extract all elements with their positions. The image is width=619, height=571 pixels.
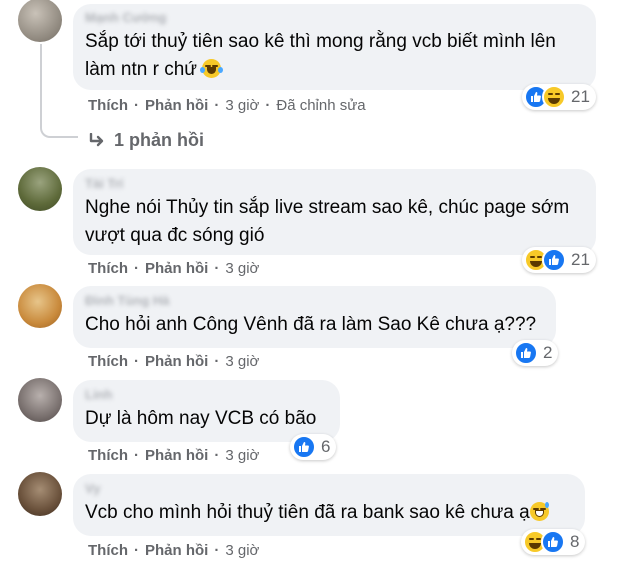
thread-connector-line [40,44,78,138]
reaction-count: 21 [571,87,590,106]
comment-time[interactable]: 3 giờ [225,97,259,114]
reaction-count: 21 [571,250,590,269]
like-action[interactable]: Thích [88,542,128,559]
avatar[interactable] [18,167,62,211]
comment-bubble: Tài Trí Nghe nói Thủy tin sắp live strea… [73,169,596,255]
reaction-count: 8 [570,532,580,551]
edited-label: Đã chỉnh sửa [276,97,366,114]
like-reaction-icon [541,530,565,554]
comment-text: Nghe nói Thủy tin sắp live stream sao kê… [85,197,570,246]
comment-text: Sắp tới thuỷ tiên sao kê thì mong rằng v… [85,31,556,80]
comment-actions: Thích · Phản hồi · 3 giờ [88,353,260,370]
avatar[interactable] [18,0,62,42]
comment-text: Dự là hôm nay VCB có bão [85,408,317,429]
comment-actions: Thích · Phản hồi · 3 giờ [88,260,260,277]
reaction-summary[interactable]: 21 [522,247,596,273]
reaction-summary[interactable]: 2 [512,340,559,366]
avatar[interactable] [18,472,62,516]
like-action[interactable]: Thích [88,260,128,277]
comment-text: Vcb cho mình hỏi thuỷ tiên đã ra bank sa… [85,502,530,523]
comment-time[interactable]: 3 giờ [225,260,259,277]
reply-action[interactable]: Phản hồi [145,542,208,559]
comment-bubble: Vy Vcb cho mình hỏi thuỷ tiên đã ra bank… [73,474,585,536]
view-replies-link[interactable]: 1 phản hồi [88,130,204,151]
like-action[interactable]: Thích [88,353,128,370]
reply-arrow-icon [89,132,104,146]
reaction-summary[interactable]: 21 [522,84,596,110]
like-reaction-icon [514,341,538,365]
reaction-count: 6 [321,437,331,456]
comment-bubble: Mạnh Cường Sắp tới thuỷ tiên sao kê thì … [73,4,596,90]
reaction-count: 2 [543,343,553,362]
comment-text: Cho hỏi anh Công Vênh đã ra làm Sao Kê c… [85,314,537,335]
like-reaction-icon [292,435,316,459]
comment-time[interactable]: 3 giờ [225,353,259,370]
comment-time[interactable]: 3 giờ [225,447,259,464]
comment-actions: Thích · Phản hồi · 3 giờ [88,447,260,464]
comment-bubble: Linh Dự là hôm nay VCB có bão [73,380,340,442]
comment-author[interactable]: Đình Tùng Hà [85,293,544,309]
reaction-summary[interactable]: 6 [290,434,337,460]
comment-author[interactable]: Tài Trí [85,176,584,192]
avatar[interactable] [18,284,62,328]
comment-author[interactable]: Mạnh Cường [85,10,584,26]
reply-action[interactable]: Phản hồi [145,97,208,114]
comment-actions: Thích · Phản hồi · 3 giờ · Đã chỉnh sửa [88,97,366,114]
reply-action[interactable]: Phản hồi [145,353,208,370]
reply-action[interactable]: Phản hồi [145,447,208,464]
comment-time[interactable]: 3 giờ [225,542,259,559]
like-reaction-icon [542,248,566,272]
reaction-summary[interactable]: 8 [521,529,586,555]
comment-bubble: Đình Tùng Hà Cho hỏi anh Công Vênh đã ra… [73,286,556,348]
tears-of-joy-emoji [200,59,224,78]
comment-actions: Thích · Phản hồi · 3 giờ [88,542,260,559]
grinning-sweat-emoji [529,502,549,521]
replies-count-label: 1 phản hồi [114,130,204,150]
like-action[interactable]: Thích [88,97,128,114]
comment-author[interactable]: Vy [85,481,573,497]
reply-action[interactable]: Phản hồi [145,260,208,277]
like-action[interactable]: Thích [88,447,128,464]
haha-reaction-icon [542,85,566,109]
avatar[interactable] [18,378,62,422]
comment-author[interactable]: Linh [85,387,328,403]
